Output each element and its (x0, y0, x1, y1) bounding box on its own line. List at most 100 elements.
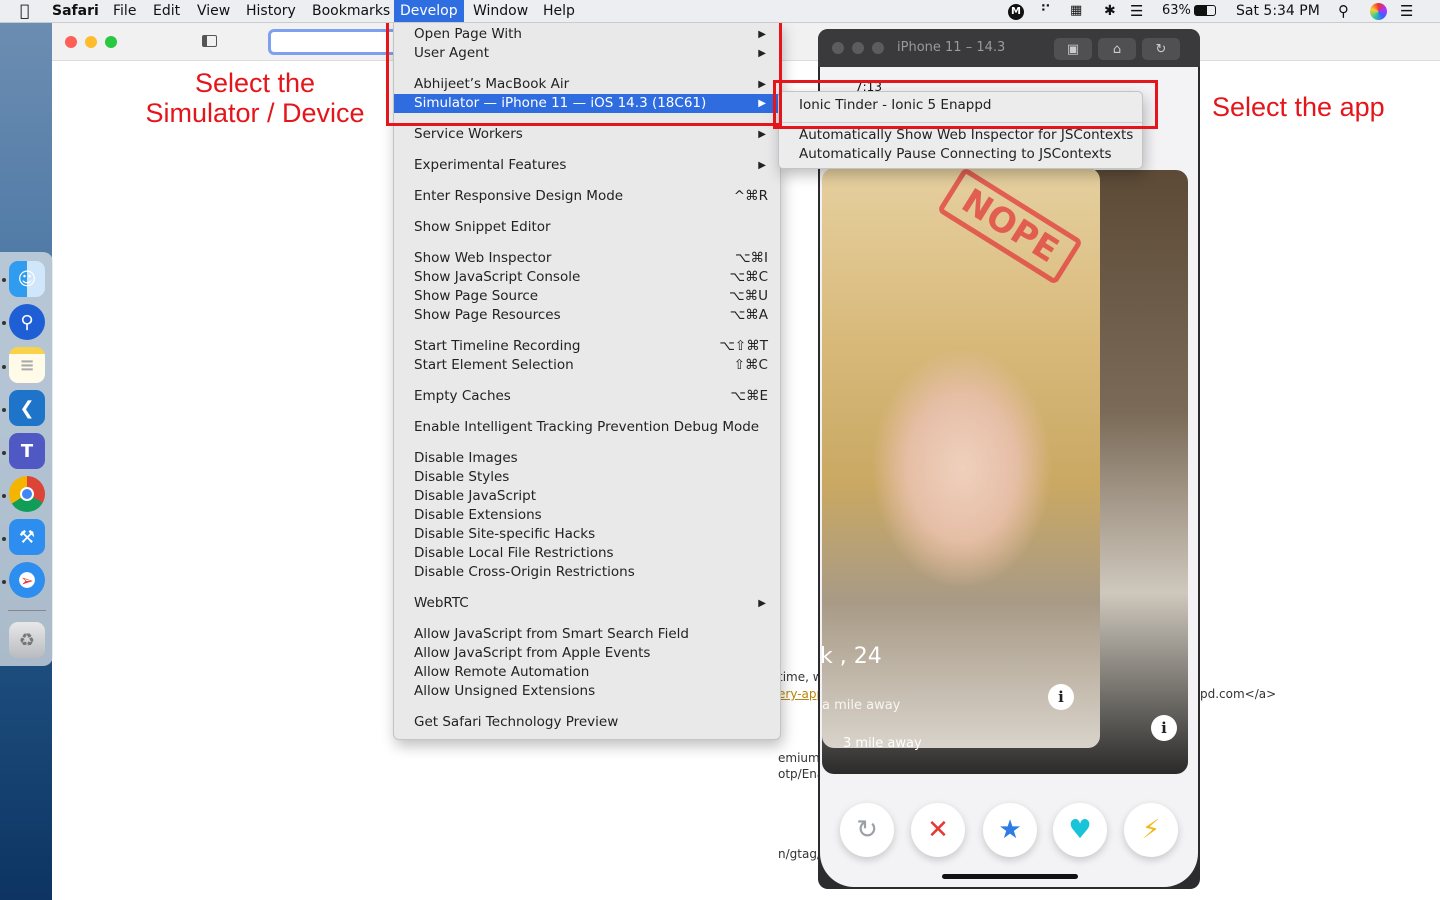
menu-item-js-console[interactable]: Show JavaScript Console ⌥⌘C (394, 268, 780, 287)
menu-item-label: Show Snippet Editor (414, 219, 551, 235)
menu-item-webrtc[interactable]: WebRTC ▶ (394, 594, 780, 613)
sourcetree-icon[interactable]: ⚲ (9, 304, 45, 340)
finder-icon[interactable]: ☺ (9, 261, 45, 297)
menu-item-page-resources[interactable]: Show Page Resources ⌥⌘A (394, 306, 780, 325)
menu-item-experimental-features[interactable]: Experimental Features ▶ (394, 156, 780, 175)
menu-item-label: Show Page Resources (414, 307, 561, 323)
running-indicator (2, 408, 6, 412)
menu-item-label: Enter Responsive Design Mode (414, 188, 624, 204)
shortcut: ⌥⌘I (734, 250, 768, 266)
running-indicator (2, 321, 6, 325)
superlike-button[interactable]: ★ (983, 803, 1037, 857)
clock[interactable]: Sat 5:34 PM (1236, 0, 1320, 22)
menu-history[interactable]: History (240, 0, 302, 22)
menu-item-empty-caches[interactable]: Empty Caches ⌥⌘E (394, 387, 780, 406)
menu-item-label: WebRTC (414, 595, 469, 611)
sim-zoom-icon[interactable] (872, 42, 884, 54)
rewind-button[interactable]: ↻ (840, 803, 894, 857)
siri-icon[interactable] (1370, 3, 1387, 20)
xcode-icon[interactable]: ⚒ (9, 519, 45, 555)
menu-develop[interactable]: Develop (394, 0, 464, 22)
dock: ☺ ⚲ ≡ ❮ T ⚒ ➢ ♻ (0, 252, 53, 666)
menu-item-disable-styles[interactable]: Disable Styles (394, 468, 780, 487)
boost-button[interactable]: ⚡ (1124, 803, 1178, 857)
submenu-item-auto-pause[interactable]: Automatically Pause Connecting to JSCont… (779, 145, 1142, 164)
running-indicator (2, 494, 6, 498)
menu-item-disable-cors[interactable]: Disable Cross-Origin Restrictions (394, 563, 780, 582)
info-icon[interactable]: i (1048, 684, 1074, 710)
bluetooth-icon[interactable]: ✱ (1104, 0, 1116, 22)
menu-item-allow-remote-automation[interactable]: Allow Remote Automation (394, 663, 780, 682)
m-status-icon[interactable]: M (1008, 4, 1024, 20)
menu-item-label: Start Element Selection (414, 357, 574, 373)
menu-bookmarks[interactable]: Bookmarks (306, 0, 396, 22)
notes-icon[interactable]: ≡ (9, 347, 45, 383)
minimize-window-icon[interactable] (85, 36, 97, 48)
menu-item-allow-js-search[interactable]: Allow JavaScript from Smart Search Field (394, 625, 780, 644)
menu-view[interactable]: View (191, 0, 236, 22)
page-text-fragment: time, w (778, 670, 823, 684)
menu-window[interactable]: Window (467, 0, 534, 22)
menu-item-allow-js-apple-events[interactable]: Allow JavaScript from Apple Events (394, 644, 780, 663)
battery-icon[interactable] (1194, 5, 1216, 16)
page-text-fragment: pd.com</a> (1200, 687, 1277, 701)
menu-item-label: Allow Remote Automation (414, 664, 590, 680)
menu-item-allow-unsigned-extensions[interactable]: Allow Unsigned Extensions (394, 682, 780, 701)
teams-icon[interactable]: T (9, 433, 45, 469)
menu-item-disable-javascript[interactable]: Disable JavaScript (394, 487, 780, 506)
like-button[interactable]: ♥ (1053, 803, 1107, 857)
dock-divider (8, 610, 46, 611)
zoom-window-icon[interactable] (105, 36, 117, 48)
menu-item-label: Disable JavaScript (414, 488, 537, 504)
screenshot-icon[interactable]: ▣ (1054, 38, 1092, 60)
chrome-icon[interactable] (9, 476, 45, 512)
calendar-status-icon[interactable]: ▦ (1070, 0, 1082, 22)
annotation-select-simulator: Select the Simulator / Device (140, 68, 370, 128)
shortcut: ⌥⇧⌘T (719, 338, 768, 354)
running-indicator (2, 365, 6, 369)
grid-status-icon[interactable]: ⠋ (1040, 0, 1051, 22)
menu-item-label: Disable Extensions (414, 507, 542, 523)
sim-close-icon[interactable] (832, 42, 844, 54)
menu-item-disable-images[interactable]: Disable Images (394, 449, 780, 468)
menu-help[interactable]: Help (537, 0, 581, 22)
menu-item-disable-site-hacks[interactable]: Disable Site-specific Hacks (394, 525, 780, 544)
safari-icon[interactable]: ➢ (9, 562, 45, 598)
menu-item-disable-extensions[interactable]: Disable Extensions (394, 506, 780, 525)
menu-file[interactable]: File (107, 0, 142, 22)
menu-item-web-inspector[interactable]: Show Web Inspector ⌥⌘I (394, 249, 780, 268)
menu-item-disable-local-file[interactable]: Disable Local File Restrictions (394, 544, 780, 563)
home-icon[interactable]: ⌂ (1098, 38, 1136, 60)
develop-menu: Open Page With ▶ User Agent ▶ Abhijeet’s M… (393, 22, 781, 740)
menu-edit[interactable]: Edit (147, 0, 186, 22)
menu-item-timeline-recording[interactable]: Start Timeline Recording ⌥⇧⌘T (394, 337, 780, 356)
menu-item-technology-preview[interactable]: Get Safari Technology Preview (394, 713, 780, 732)
annotation-line: Select the (194, 68, 316, 98)
running-indicator (2, 451, 6, 455)
card-distance-back: 3 mile away (843, 736, 922, 751)
sim-minimize-icon[interactable] (852, 42, 864, 54)
control-center-icon[interactable]: ☰ (1400, 0, 1413, 22)
info-icon[interactable]: i (1151, 715, 1177, 741)
rotate-icon[interactable]: ↻ (1142, 38, 1180, 60)
menu-item-responsive-design[interactable]: Enter Responsive Design Mode ^⌘R (394, 187, 780, 206)
apple-icon[interactable]:  (14, 0, 36, 22)
vscode-icon[interactable]: ❮ (9, 390, 45, 426)
nope-button[interactable]: ✕ (911, 803, 965, 857)
menu-item-label: Get Safari Technology Preview (414, 714, 619, 730)
menu-item-itp-debug[interactable]: Enable Intelligent Tracking Prevention D… (394, 418, 780, 437)
submenu-arrow-icon: ▶ (758, 598, 766, 609)
menu-item-page-source[interactable]: Show Page Source ⌥⌘U (394, 287, 780, 306)
trash-icon[interactable]: ♻ (9, 622, 45, 658)
shortcut: ⌥⌘E (730, 388, 768, 404)
spotlight-search-icon[interactable]: ⚲ (1338, 0, 1349, 22)
menu-item-label: Enable Intelligent Tracking Prevention D… (414, 419, 760, 435)
menu-safari[interactable]: Safari (46, 0, 105, 22)
sidebar-toggle-icon[interactable] (202, 35, 217, 47)
menu-item-service-workers[interactable]: Service Workers ▶ (394, 125, 780, 144)
close-window-icon[interactable] (65, 36, 77, 48)
wifi-icon[interactable]: ☰ (1130, 0, 1143, 22)
shortcut: ⌥⌘C (729, 269, 768, 285)
menu-item-snippet-editor[interactable]: Show Snippet Editor (394, 218, 780, 237)
menu-item-element-selection[interactable]: Start Element Selection ⇧⌘C (394, 356, 780, 375)
